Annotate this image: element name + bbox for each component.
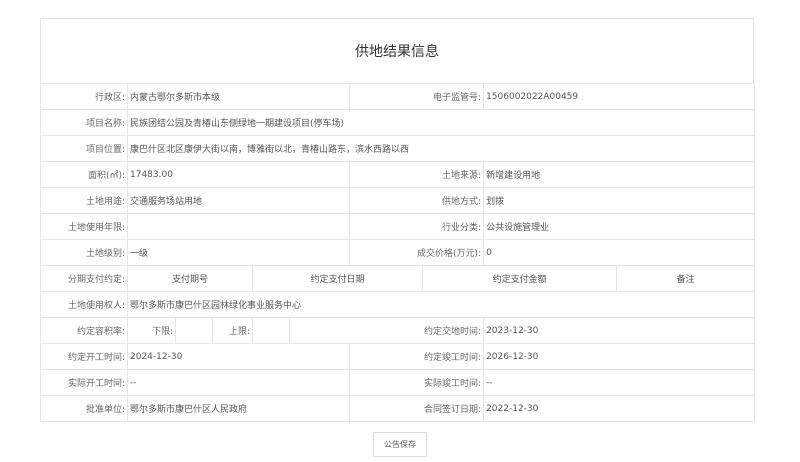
page-title: 供地结果信息	[40, 18, 754, 83]
land-use-label: 土地用途:	[40, 187, 128, 214]
result-panel: 供地结果信息 行政区: 内蒙古鄂尔多斯市本级 电子监管号: 1506002022…	[40, 18, 756, 422]
table-row: 土地用途: 交通服务场站用地 供地方式: 划拨	[40, 187, 756, 214]
table-row: 项目位置: 康巴什区北区康伊大街以南，博雅街以北，青椿山路东，滨水西路以西	[40, 135, 756, 162]
agreed-finish-value: 2026-12-30	[483, 343, 756, 370]
project-location-value: 康巴什区北区康伊大街以南，博雅街以北，青椿山路东，滨水西路以西	[126, 135, 756, 162]
installment-amount-header: 约定支付金额	[422, 265, 618, 292]
deal-price-label: 成交价格(万元):	[349, 239, 485, 266]
area-value: 17483.00	[126, 161, 351, 188]
project-location-label: 项目位置:	[40, 135, 128, 162]
approval-unit-value: 鄂尔多斯市康巴什区人民政府	[126, 395, 351, 422]
land-grade-label: 土地级别:	[40, 239, 128, 266]
district-value: 内蒙古鄂尔多斯市本级	[126, 83, 351, 110]
land-source-label: 土地来源:	[349, 161, 485, 188]
use-term-label: 土地使用年限:	[40, 213, 128, 240]
contract-date-label: 合同签订日期:	[349, 395, 485, 422]
agreed-finish-label: 约定竣工时间:	[349, 343, 485, 370]
table-row: 实际开工时间: -- 实际竣工时间: --	[40, 369, 756, 396]
installment-date-header: 约定支付日期	[251, 265, 424, 292]
land-source-value: 新增建设用地	[483, 161, 756, 188]
actual-finish-label: 实际竣工时间:	[349, 369, 485, 396]
agreed-start-value: 2024-12-30	[126, 343, 351, 370]
table-row: 分期支付约定: 支付期号 约定支付日期 约定支付金额 备注	[40, 265, 756, 292]
installment-remark-header: 备注	[616, 265, 756, 292]
table-row: 约定容积率: 下限: 上限: 约定交地时间: 2023-12-30	[40, 317, 756, 344]
installment-period-header: 支付期号	[127, 265, 253, 292]
supply-method-label: 供地方式:	[349, 187, 485, 214]
land-use-value: 交通服务场站用地	[126, 187, 351, 214]
supply-method-value: 划拨	[483, 187, 756, 214]
industry-value: 公共设施管理业	[483, 213, 756, 240]
installment-label: 分期支付约定:	[40, 265, 128, 292]
plot-ratio-label: 约定容积率:	[40, 317, 128, 344]
actual-start-label: 实际开工时间:	[40, 369, 128, 396]
table-row: 约定开工时间: 2024-12-30 约定竣工时间: 2026-12-30	[40, 343, 756, 370]
land-grade-value: 一级	[126, 239, 351, 266]
project-name-label: 项目名称:	[40, 109, 128, 136]
plot-ratio-lower-label: 下限:	[127, 317, 176, 344]
table-row: 土地使用年限: 行业分类: 公共设施管理业	[40, 213, 756, 240]
save-announcement-button[interactable]: 公告保存	[373, 432, 427, 457]
delivery-date-label: 约定交地时间:	[288, 317, 485, 344]
supervision-no-label: 电子监管号:	[349, 83, 485, 110]
approval-unit-label: 批准单位:	[40, 395, 128, 422]
save-row: 公告保存	[0, 432, 800, 457]
table-row: 行政区: 内蒙古鄂尔多斯市本级 电子监管号: 1506002022A00459	[40, 83, 756, 110]
delivery-date-value: 2023-12-30	[483, 317, 756, 344]
land-owner-label: 土地使用权人:	[40, 291, 128, 318]
table-row: 批准单位: 鄂尔多斯市康巴什区人民政府 合同签订日期: 2022-12-30	[40, 395, 756, 422]
plot-ratio-lower-value	[175, 317, 213, 344]
agreed-start-label: 约定开工时间:	[40, 343, 128, 370]
actual-finish-value: --	[483, 369, 756, 396]
use-term-value	[126, 213, 351, 240]
plot-ratio-upper-label: 上限:	[212, 317, 253, 344]
table-row: 面积(㎡): 17483.00 土地来源: 新增建设用地	[40, 161, 756, 188]
project-name-value: 民族团结公园及青椿山东侧绿地一期建设项目(停车场)	[126, 109, 756, 136]
info-table: 行政区: 内蒙古鄂尔多斯市本级 电子监管号: 1506002022A00459 …	[40, 83, 756, 422]
industry-label: 行业分类:	[349, 213, 485, 240]
area-label: 面积(㎡):	[40, 161, 128, 188]
contract-date-value: 2022-12-30	[483, 395, 756, 422]
table-row: 项目名称: 民族团结公园及青椿山东侧绿地一期建设项目(停车场)	[40, 109, 756, 136]
table-row: 土地级别: 一级 成交价格(万元): 0	[40, 239, 756, 266]
plot-ratio-upper-value	[252, 317, 290, 344]
deal-price-value: 0	[483, 239, 756, 266]
table-row: 土地使用权人: 鄂尔多斯市康巴什区园林绿化事业服务中心	[40, 291, 756, 318]
supervision-no-value: 1506002022A00459	[483, 83, 756, 110]
land-owner-value: 鄂尔多斯市康巴什区园林绿化事业服务中心	[126, 291, 756, 318]
district-label: 行政区:	[40, 83, 128, 110]
actual-start-value: --	[126, 369, 351, 396]
